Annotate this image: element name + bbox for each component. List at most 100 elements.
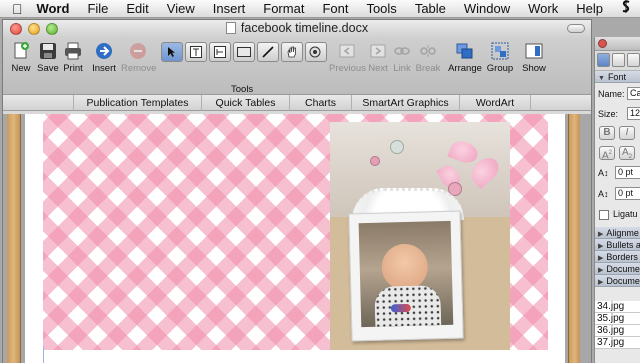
link-icon [394,47,410,55]
file-list: 34.jpg 35.jpg 36.jpg 37.jpg [595,301,640,349]
list-item[interactable]: 34.jpg [595,301,640,313]
apple-menu-icon[interactable]:  [0,1,34,17]
toolbar-toggle-button[interactable] [567,24,585,33]
palette-close-button[interactable] [598,39,607,48]
tab-charts[interactable]: Charts [289,95,351,111]
margin-guide [43,346,44,363]
pink-button-decoration [370,156,380,166]
tab-quick-tables[interactable]: Quick Tables [201,95,289,111]
alignment-section-header[interactable]: ▶ Alignme [595,227,640,239]
break-link-icon [420,45,436,57]
arrange-button[interactable]: Arrange [447,42,483,74]
link-button[interactable]: Link [391,42,413,74]
show-label: Show [522,63,546,74]
disclosure-open-icon: ▼ [598,75,605,82]
insert-label: Insert [92,63,116,74]
group-icon [491,42,509,60]
menu-help[interactable]: Help [567,0,612,18]
spacing-before-field[interactable]: 0 pt [615,166,640,179]
superscript-button[interactable]: A2 [599,146,615,161]
menu-insert[interactable]: Insert [204,0,255,18]
font-size-field[interactable]: 12 [627,107,640,120]
shape-picker-icon[interactable] [305,42,327,62]
list-item[interactable]: 36.jpg [595,325,640,337]
select-arrow-icon[interactable] [161,42,183,62]
save-button[interactable]: Save [36,42,60,74]
document-theme-section-header[interactable]: ▶ Docume [595,275,640,287]
next-textbox-icon [370,44,386,58]
rectangle-icon[interactable] [233,42,255,62]
text-box-icon[interactable] [185,42,207,62]
menu-tools[interactable]: Tools [357,0,405,18]
remove-icon [130,43,146,59]
arrange-icon [456,43,473,59]
italic-button[interactable]: I [619,126,635,140]
scrapbook-icon[interactable] [627,53,640,67]
spacing-after-field[interactable]: 0 pt [615,187,640,200]
bullets-section-header[interactable]: ▶ Bullets a [595,239,640,251]
formatting-palette: ▼Font Name: Ca Size: 12 B I A2 A2 A↕ 0 p… [594,37,640,363]
remove-button[interactable]: Remove [121,42,156,74]
object-palette-icon[interactable] [612,53,625,67]
new-button[interactable]: New [8,42,34,74]
next-button[interactable]: Next [367,42,389,74]
tab-smartart-graphics[interactable]: SmartArt Graphics [351,95,459,111]
font-section-header[interactable]: ▼ Font [595,71,640,83]
show-button[interactable]: Show [521,42,547,74]
next-label: Next [368,63,388,74]
group-label: Group [486,63,514,74]
palette-title-bar[interactable] [595,37,640,51]
line-icon[interactable] [257,42,279,62]
hand-pan-icon[interactable] [281,42,303,62]
document-page[interactable] [25,114,565,363]
tools-label: Tools [231,84,254,95]
disclosure-closed-icon: ▶ [598,279,604,286]
photo-collage-image[interactable] [330,122,510,350]
menu-file[interactable]: File [78,0,117,18]
green-button-decoration [390,140,404,154]
window-title-text: facebook timeline.docx [240,21,369,35]
font-name-field[interactable]: Ca [627,87,640,100]
left-page-edge [7,114,21,363]
bold-button[interactable]: B [599,126,615,140]
insert-icon [96,43,112,59]
tab-wordart[interactable]: WordArt [459,95,531,111]
menu-font[interactable]: Font [313,0,357,18]
previous-label: Previous [329,63,366,74]
baby-face [381,243,429,291]
group-button[interactable]: Group [485,42,515,74]
ligatures-checkbox[interactable] [599,210,609,220]
print-button[interactable]: Print [61,42,85,74]
title-bar[interactable]: facebook timeline.docx [3,20,591,38]
break-button[interactable]: Break [415,42,441,74]
link-label: Link [393,63,411,74]
vertical-text-box-icon[interactable] [209,42,231,62]
list-item[interactable]: 35.jpg [595,313,640,325]
formatting-palette-icon[interactable] [597,53,610,67]
menu-format[interactable]: Format [254,0,313,18]
palette-tab-icons [595,51,640,71]
previous-button[interactable]: Previous [329,42,366,74]
borders-section-header[interactable]: ▶ Borders [595,251,640,263]
menu-view[interactable]: View [158,0,204,18]
insert-button[interactable]: Insert [89,42,119,74]
menu-edit[interactable]: Edit [117,0,157,18]
tab-publication-templates[interactable]: Publication Templates [73,95,201,111]
menu-table[interactable]: Table [406,0,455,18]
printer-icon [65,42,81,60]
document-margins-section-header[interactable]: ▶ Docume [595,263,640,275]
spacing-after-icon: A↕ [598,189,609,199]
save-disk-icon [40,43,56,59]
list-item[interactable]: 37.jpg [595,337,640,349]
print-label: Print [63,63,83,74]
spacing-before-icon: A↕ [598,168,609,178]
subscript-button[interactable]: A2 [619,146,635,160]
font-size-label: Size: [598,109,619,119]
script-menu-icon[interactable] [612,0,640,18]
menu-app-word[interactable]: Word [34,0,78,18]
menu-work[interactable]: Work [519,0,567,18]
ligatures-label: Ligatu [613,209,638,219]
break-label: Break [415,63,441,74]
arrange-label: Arrange [448,63,482,74]
menu-window[interactable]: Window [455,0,519,18]
